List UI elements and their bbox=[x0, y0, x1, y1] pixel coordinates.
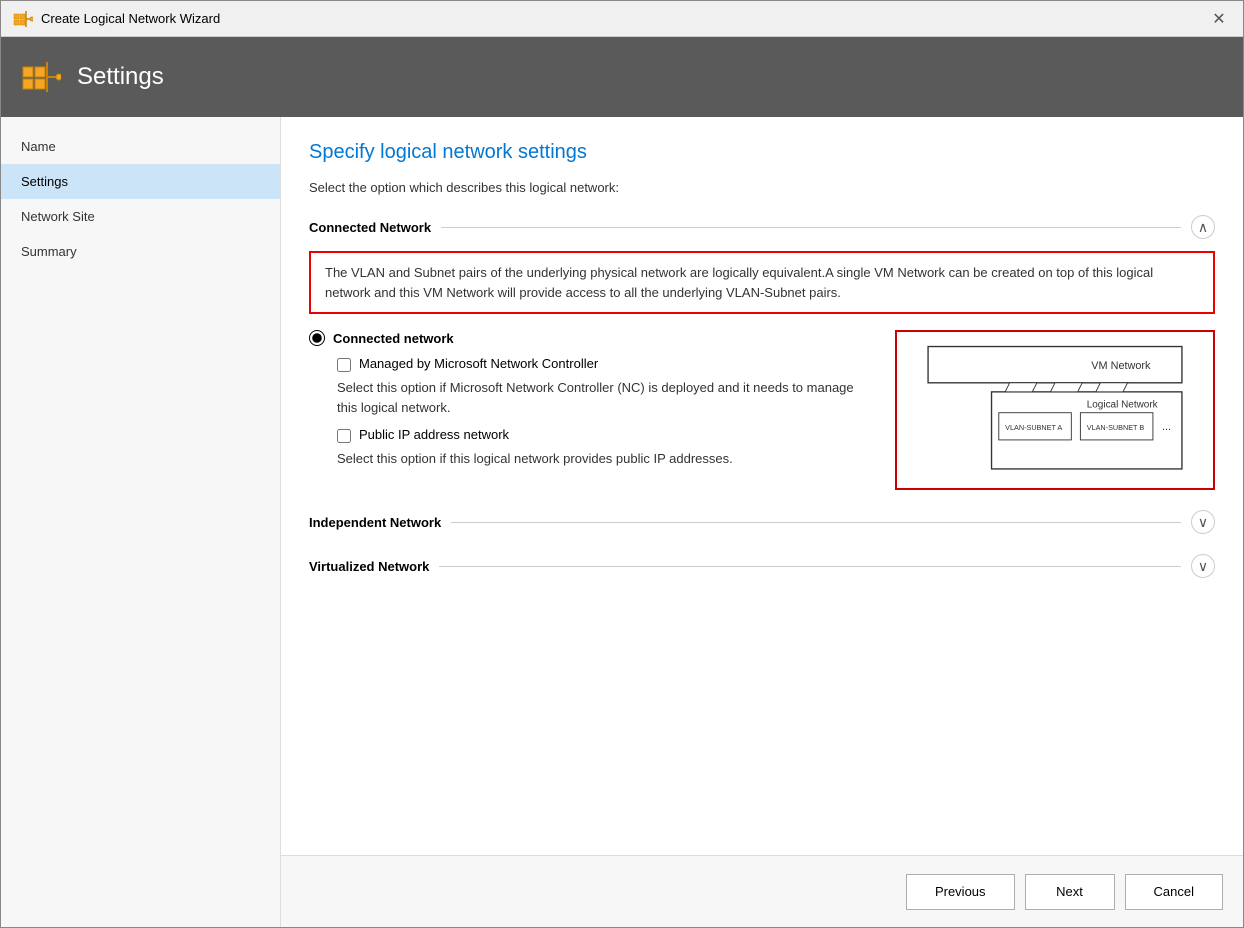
subnet-a-label: VLAN-SUBNET A bbox=[1005, 423, 1062, 432]
sidebar-item-name[interactable]: Name bbox=[1, 129, 280, 164]
connected-network-line bbox=[441, 227, 1181, 228]
managed-checkbox-label: Managed by Microsoft Network Controller bbox=[359, 356, 598, 371]
virtualized-network-title: Virtualized Network bbox=[309, 559, 429, 574]
connected-network-radio-label: Connected network bbox=[333, 331, 454, 346]
connected-network-content: Connected network Managed by Microsoft N… bbox=[309, 330, 1215, 490]
virtualized-network-line bbox=[439, 566, 1181, 567]
cancel-button[interactable]: Cancel bbox=[1125, 874, 1223, 910]
wizard-icon bbox=[13, 9, 33, 29]
virtualized-network-section: Virtualized Network ∨ bbox=[309, 554, 1215, 578]
logical-network-label: Logical Network bbox=[1087, 399, 1158, 410]
header-bar: Settings bbox=[1, 37, 1243, 117]
connected-network-info: The VLAN and Subnet pairs of the underly… bbox=[309, 251, 1215, 314]
independent-network-line bbox=[451, 522, 1181, 523]
subnet-b-label: VLAN-SUBNET B bbox=[1087, 423, 1145, 432]
header-icon bbox=[21, 57, 61, 97]
connected-network-radio-row: Connected network bbox=[309, 330, 875, 346]
options-panel: Connected network Managed by Microsoft N… bbox=[309, 330, 875, 490]
public-ip-checkbox-label: Public IP address network bbox=[359, 427, 509, 442]
footer: Previous Next Cancel bbox=[281, 855, 1243, 927]
managed-checkbox[interactable] bbox=[337, 358, 351, 372]
main-content: Specify logical network settings Select … bbox=[281, 117, 1243, 927]
virtualized-network-toggle[interactable]: ∨ bbox=[1191, 554, 1215, 578]
connected-network-title: Connected Network bbox=[309, 220, 431, 235]
virtualized-network-header: Virtualized Network ∨ bbox=[309, 554, 1215, 578]
title-bar-left: Create Logical Network Wizard bbox=[13, 9, 220, 29]
public-ip-checkbox[interactable] bbox=[337, 429, 351, 443]
vm-network-label: VM Network bbox=[1091, 360, 1151, 372]
dots-label: ... bbox=[1162, 421, 1171, 433]
independent-network-header: Independent Network ∨ bbox=[309, 510, 1215, 534]
title-bar: Create Logical Network Wizard ✕ bbox=[1, 1, 1243, 37]
public-ip-description: Select this option if this logical netwo… bbox=[337, 449, 875, 469]
next-button[interactable]: Next bbox=[1025, 874, 1115, 910]
independent-network-section: Independent Network ∨ bbox=[309, 510, 1215, 534]
public-ip-checkbox-row: Public IP address network bbox=[337, 427, 875, 443]
page-title: Specify logical network settings bbox=[309, 141, 1215, 164]
content-area: Specify logical network settings Select … bbox=[281, 117, 1243, 855]
body: Name Settings Network Site Summary Speci… bbox=[1, 117, 1243, 927]
previous-button[interactable]: Previous bbox=[906, 874, 1015, 910]
managed-checkbox-row: Managed by Microsoft Network Controller bbox=[337, 356, 875, 372]
managed-description: Select this option if Microsoft Network … bbox=[337, 378, 875, 417]
subtitle: Select the option which describes this l… bbox=[309, 180, 1215, 195]
diagram-svg: VM Network Logical Network VLAN-SUBNET A… bbox=[907, 342, 1203, 478]
title-bar-text: Create Logical Network Wizard bbox=[41, 11, 220, 26]
independent-network-toggle[interactable]: ∨ bbox=[1191, 510, 1215, 534]
close-button[interactable]: ✕ bbox=[1207, 7, 1231, 31]
sidebar-item-settings[interactable]: Settings bbox=[1, 164, 280, 199]
sidebar-item-network-site[interactable]: Network Site bbox=[1, 199, 280, 234]
connected-network-header: Connected Network ∧ bbox=[309, 215, 1215, 239]
header-title: Settings bbox=[77, 63, 164, 91]
connected-network-section: Connected Network ∧ The VLAN and Subnet … bbox=[309, 215, 1215, 490]
wizard-window: Create Logical Network Wizard ✕ Settings… bbox=[0, 0, 1244, 928]
independent-network-title: Independent Network bbox=[309, 515, 441, 530]
network-diagram: VM Network Logical Network VLAN-SUBNET A… bbox=[895, 330, 1215, 490]
connected-network-radio[interactable] bbox=[309, 330, 325, 346]
sidebar-item-summary[interactable]: Summary bbox=[1, 234, 280, 269]
sidebar: Name Settings Network Site Summary bbox=[1, 117, 281, 927]
connected-network-toggle[interactable]: ∧ bbox=[1191, 215, 1215, 239]
